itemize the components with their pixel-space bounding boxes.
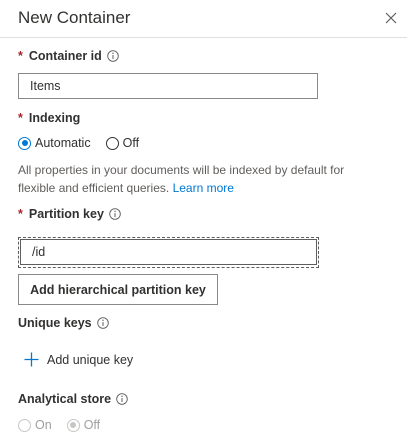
analytical-store-radio-group: On Off [18,418,115,432]
required-mark: * [18,111,23,125]
info-icon[interactable] [116,393,128,405]
add-unique-key-label: Add unique key [47,352,134,367]
analytical-store-label: Analytical store [18,392,112,406]
radio-unchecked-icon [105,136,119,150]
add-hierarchical-partition-key-button[interactable]: Add hierarchical partition key [18,274,218,305]
radio-checked-icon [66,418,80,432]
learn-more-link[interactable]: Learn more [173,181,234,195]
analytical-store-off-radio[interactable]: Off [66,418,101,432]
unique-keys-label-row: Unique keys [18,316,109,330]
indexing-automatic-radio[interactable]: Automatic [18,136,91,150]
panel-title: New Container [18,8,131,27]
unique-keys-label: Unique keys [18,316,92,330]
required-mark: * [18,49,23,63]
indexing-off-radio[interactable]: Off [105,136,140,150]
container-id-input[interactable] [18,73,318,99]
plus-icon [24,352,39,367]
info-icon[interactable] [109,208,121,220]
indexing-radio-group: Automatic Off [18,136,154,150]
radio-checked-icon [18,136,31,150]
info-icon[interactable] [107,50,119,62]
analytical-store-label-row: Analytical store [18,392,128,406]
required-mark: * [18,207,23,221]
container-id-label-row: * Container id [18,49,119,63]
indexing-label-row: * Indexing [18,111,80,125]
indexing-automatic-label: Automatic [35,136,91,150]
indexing-label: Indexing [28,111,81,125]
partition-key-label: Partition key [28,207,104,221]
container-id-label: Container id [28,49,102,63]
partition-key-focus-ring [18,237,319,268]
info-icon[interactable] [96,317,109,329]
analytical-store-on-radio[interactable]: On [18,418,52,432]
indexing-off-label: Off [122,136,140,150]
panel-header: New Container [0,0,407,38]
indexing-description: All properties in your documents will be… [18,161,378,197]
add-unique-key-button[interactable]: Add unique key [24,352,133,367]
analytical-store-on-label: On [35,418,52,432]
radio-unchecked-icon [18,418,31,432]
close-icon[interactable] [382,9,400,27]
partition-key-input[interactable] [20,239,317,265]
partition-key-label-row: * Partition key [18,207,121,221]
analytical-store-off-label: Off [83,418,101,432]
